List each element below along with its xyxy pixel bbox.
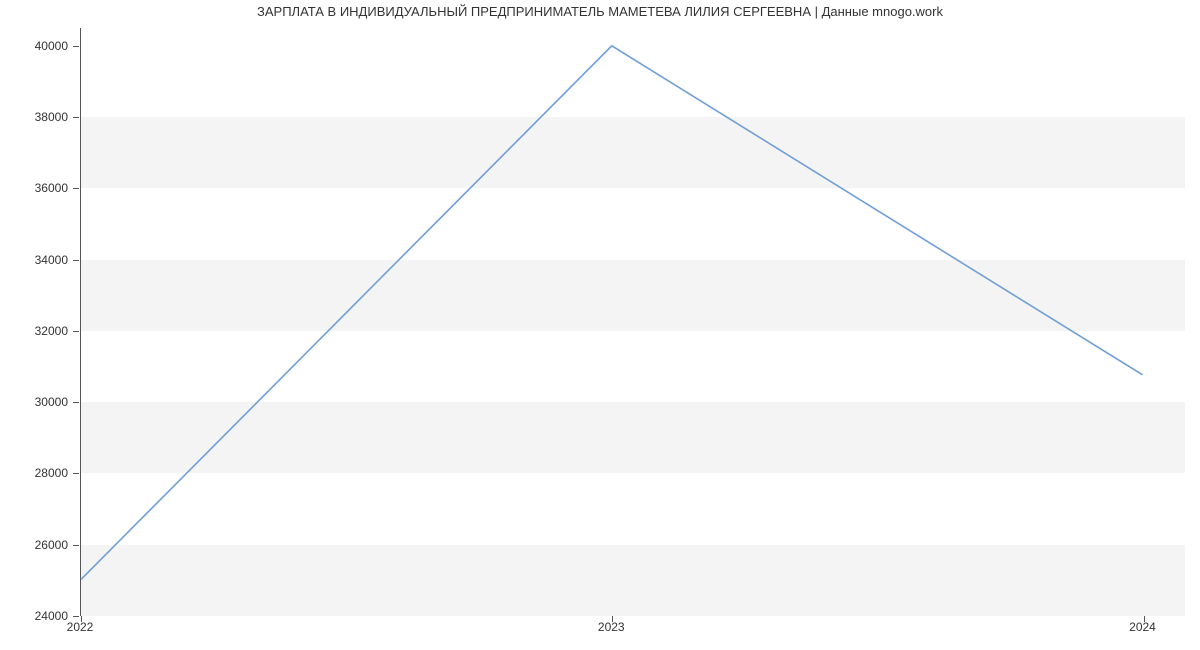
- y-tick-label: 34000: [8, 253, 68, 267]
- y-tick: [73, 260, 79, 261]
- x-tick-label: 2023: [598, 620, 625, 634]
- y-tick: [73, 331, 79, 332]
- y-tick-label: 40000: [8, 39, 68, 53]
- y-tick: [73, 616, 79, 617]
- y-tick: [73, 473, 79, 474]
- y-tick-label: 36000: [8, 181, 68, 195]
- y-tick-label: 28000: [8, 466, 68, 480]
- x-tick-label: 2024: [1129, 620, 1156, 634]
- y-tick-label: 24000: [8, 609, 68, 623]
- plot-area: [80, 28, 1185, 616]
- y-tick-label: 26000: [8, 538, 68, 552]
- chart-container: ЗАРПЛАТА В ИНДИВИДУАЛЬНЫЙ ПРЕДПРИНИМАТЕЛ…: [0, 0, 1200, 650]
- y-tick: [73, 188, 79, 189]
- x-tick-label: 2022: [67, 620, 94, 634]
- y-tick: [73, 117, 79, 118]
- line-series: [81, 28, 1185, 615]
- chart-title: ЗАРПЛАТА В ИНДИВИДУАЛЬНЫЙ ПРЕДПРИНИМАТЕЛ…: [0, 4, 1200, 19]
- y-tick: [73, 545, 79, 546]
- y-tick-label: 38000: [8, 110, 68, 124]
- y-tick-label: 30000: [8, 395, 68, 409]
- y-tick: [73, 46, 79, 47]
- y-tick-label: 32000: [8, 324, 68, 338]
- y-tick: [73, 402, 79, 403]
